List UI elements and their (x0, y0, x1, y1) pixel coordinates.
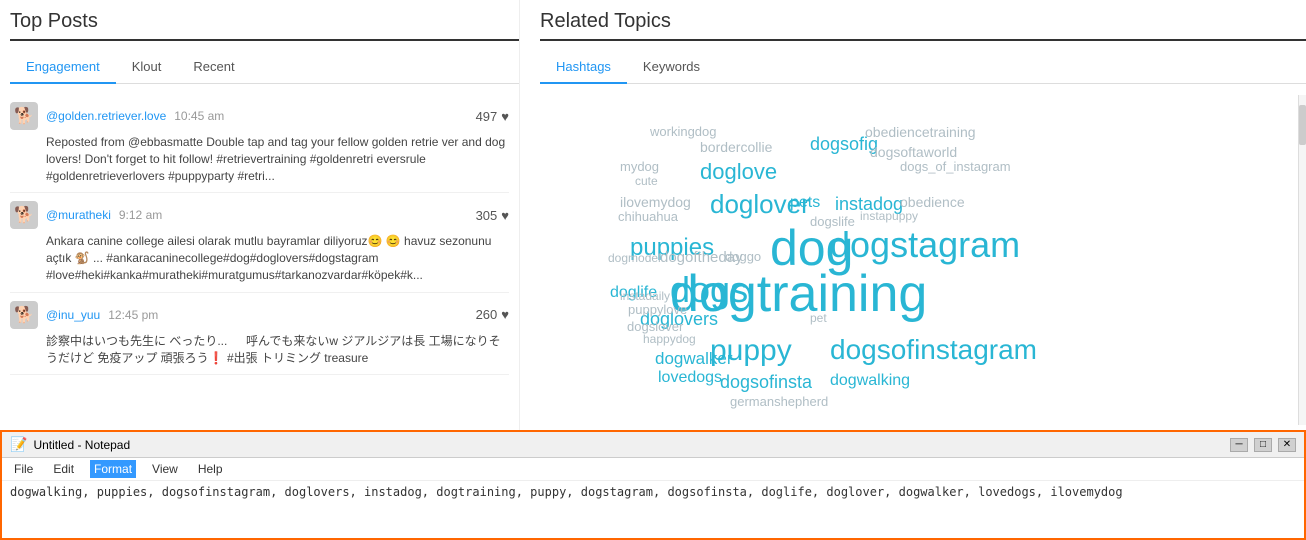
heart-icon: ♥ (501, 109, 509, 124)
word-cloud-word[interactable]: obedience (900, 194, 965, 210)
tab-keywords[interactable]: Keywords (627, 51, 716, 84)
notepad-title-left: 📝 Untitled - Notepad (10, 436, 130, 453)
post-engagement: 305 ♥ (476, 208, 509, 223)
word-cloud-word[interactable]: puppylove (628, 302, 687, 317)
post-meta: 🐕 @inu_yuu 12:45 pm (10, 301, 158, 329)
menu-help[interactable]: Help (194, 460, 227, 478)
tab-recent[interactable]: Recent (177, 51, 250, 84)
maximize-button[interactable]: □ (1254, 438, 1272, 452)
notepad-titlebar: 📝 Untitled - Notepad ─ □ ✕ (2, 432, 1304, 458)
post-username[interactable]: @muratheki (46, 208, 111, 222)
tab-engagement[interactable]: Engagement (10, 51, 116, 84)
post-time: 10:45 am (174, 109, 224, 123)
word-cloud-word[interactable]: pets (790, 194, 820, 212)
tab-klout[interactable]: Klout (116, 51, 178, 84)
word-cloud-word[interactable]: workingdog (650, 124, 717, 139)
top-posts-tabs: Engagement Klout Recent (10, 51, 519, 84)
word-cloud-word[interactable]: dogwalker (655, 349, 733, 369)
post-engagement: 497 ♥ (476, 109, 509, 124)
avatar: 🐕 (10, 301, 38, 329)
title-underline (540, 39, 1306, 41)
post-time: 12:45 pm (108, 308, 158, 322)
word-cloud-word[interactable]: chihuahua (618, 209, 678, 224)
tab-hashtags[interactable]: Hashtags (540, 51, 627, 84)
notepad-window: 📝 Untitled - Notepad ─ □ ✕ File Edit For… (0, 430, 1306, 540)
post-item: 🐕 @golden.retriever.love 10:45 am 497 ♥ … (10, 94, 509, 193)
post-meta: 🐕 @muratheki 9:12 am (10, 201, 162, 229)
word-cloud-word[interactable]: dogsoftaworld (870, 144, 957, 160)
word-cloud-word[interactable]: dogslife (810, 214, 855, 229)
word-cloud-word[interactable]: ilovemydog (620, 194, 691, 210)
post-content: Reposted from @ebbasmatte Double tap and… (46, 134, 509, 184)
word-cloud-word[interactable]: cute (635, 174, 658, 188)
word-cloud-word[interactable]: dogmodel (608, 251, 661, 265)
title-underline (10, 39, 519, 41)
close-button[interactable]: ✕ (1278, 438, 1296, 452)
word-cloud-word[interactable]: lovedogs (658, 369, 722, 387)
post-meta: 🐕 @golden.retriever.love 10:45 am (10, 102, 224, 130)
post-header: 🐕 @golden.retriever.love 10:45 am 497 ♥ (10, 102, 509, 130)
word-cloud-word[interactable]: pet (810, 311, 827, 325)
post-time: 9:12 am (119, 208, 162, 222)
top-posts-title: Top Posts (10, 10, 519, 33)
avatar: 🐕 (10, 201, 38, 229)
minimize-button[interactable]: ─ (1230, 438, 1248, 452)
word-cloud-word[interactable]: dogwalking (830, 372, 910, 390)
notepad-content[interactable]: dogwalking, puppies, dogsofinstagram, do… (2, 481, 1304, 503)
menu-view[interactable]: View (148, 460, 182, 478)
post-content: 診察中はいつも先生に べったり... 呼んでも来ないw ジアルジアは長 工場にな… (46, 333, 509, 367)
post-username[interactable]: @golden.retriever.love (46, 109, 166, 123)
menu-file[interactable]: File (10, 460, 37, 478)
notepad-menubar: File Edit Format View Help (2, 458, 1304, 481)
word-cloud-word[interactable]: dogsofinstagram (830, 334, 1037, 366)
post-item: 🐕 @inu_yuu 12:45 pm 260 ♥ 診察中はいつも先生に べった… (10, 293, 509, 376)
word-cloud-word[interactable]: dogstagram (830, 224, 1020, 266)
post-item: 🐕 @muratheki 9:12 am 305 ♥ Ankara canine… (10, 193, 509, 292)
word-cloud-word[interactable]: happydog (643, 332, 696, 346)
posts-container: 🐕 @golden.retriever.love 10:45 am 497 ♥ … (10, 94, 519, 424)
post-username[interactable]: @inu_yuu (46, 308, 100, 322)
related-topics-title: Related Topics (540, 10, 1306, 33)
related-topics-panel: Related Topics Hashtags Keywords dogtrai… (520, 0, 1306, 430)
post-engagement: 260 ♥ (476, 307, 509, 322)
word-cloud-word[interactable]: instapuppy (860, 209, 918, 223)
notepad-title: Untitled - Notepad (33, 438, 130, 452)
word-cloud-word[interactable]: dogs_of_instagram (900, 159, 1011, 174)
word-cloud-word[interactable]: mydog (620, 159, 659, 174)
word-cloud-word[interactable]: bordercollie (700, 139, 772, 155)
word-cloud-word[interactable]: dogsofinsta (720, 372, 812, 393)
post-content: Ankara canine college ailesi olarak mutl… (46, 233, 509, 283)
menu-edit[interactable]: Edit (49, 460, 78, 478)
menu-format[interactable]: Format (90, 460, 136, 478)
top-posts-panel: Top Posts Engagement Klout Recent 🐕 @gol… (0, 0, 520, 430)
related-topics-tabs: Hashtags Keywords (540, 51, 1306, 84)
word-cloud-word[interactable]: dogoftheday (660, 249, 743, 266)
avatar: 🐕 (10, 102, 38, 130)
notepad-icon: 📝 (10, 436, 27, 453)
window-controls: ─ □ ✕ (1230, 438, 1296, 452)
post-header: 🐕 @inu_yuu 12:45 pm 260 ♥ (10, 301, 509, 329)
heart-icon: ♥ (501, 307, 509, 322)
post-header: 🐕 @muratheki 9:12 am 305 ♥ (10, 201, 509, 229)
word-cloud-word[interactable]: instadaily (620, 289, 670, 303)
word-cloud-word[interactable]: obediencetraining (865, 124, 976, 140)
heart-icon: ♥ (501, 208, 509, 223)
word-cloud-word[interactable]: doglove (700, 159, 777, 185)
word-cloud-word[interactable]: germanshepherd (730, 394, 828, 409)
word-cloud: dogtrainingdogstagramdogdogspuppydogsofi… (540, 94, 1306, 434)
